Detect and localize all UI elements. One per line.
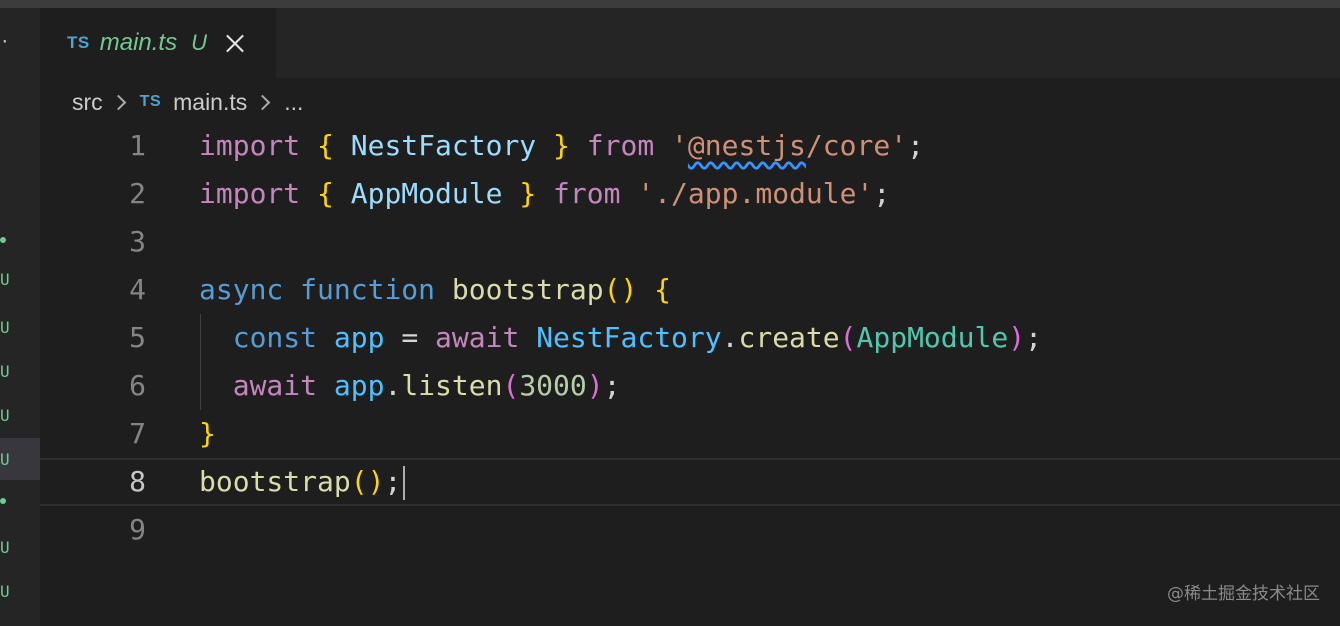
code-text: } — [199, 417, 216, 450]
code-line[interactable]: 4 async function bootstrap() { — [40, 266, 1340, 314]
line-number: 6 — [129, 369, 146, 402]
untracked-mark: U — [0, 362, 10, 381]
line-number: 8 — [129, 465, 146, 498]
text-cursor — [403, 466, 406, 500]
code-line[interactable]: 2 import { AppModule } from './app.modul… — [40, 170, 1340, 218]
untracked-mark: U — [0, 450, 10, 469]
tab-bar: TS main.ts U — [40, 8, 1340, 78]
git-dot-icon — [0, 237, 6, 243]
code-line[interactable]: 3 — [40, 218, 1340, 266]
line-number: 5 — [129, 321, 146, 354]
line-number: 4 — [129, 273, 146, 306]
git-status-badge: U — [191, 30, 207, 55]
watermark: @稀土掘金技术社区 — [1167, 584, 1320, 604]
line-number: 1 — [129, 129, 146, 162]
code-text: import { AppModule } from './app.module'… — [199, 177, 891, 210]
code-line[interactable]: 5 const app = await NestFactory.create(A… — [40, 314, 1340, 362]
line-number: 9 — [129, 513, 146, 546]
code-line[interactable]: 9 — [40, 506, 1340, 554]
code-line[interactable]: 6 await app.listen(3000); — [40, 362, 1340, 410]
breadcrumb-folder[interactable]: src — [72, 89, 103, 116]
untracked-mark: U — [0, 270, 10, 289]
line-number: 2 — [129, 177, 146, 210]
untracked-mark: U — [0, 318, 10, 337]
code-text: const app = await NestFactory.create(App… — [232, 321, 1042, 354]
line-number: 3 — [129, 225, 146, 258]
typescript-icon: TS — [139, 93, 162, 110]
chevron-right-icon — [110, 94, 126, 110]
breadcrumb: src TS main.ts ... — [72, 88, 303, 116]
chevron-right-icon — [254, 94, 271, 110]
code-text: import { NestFactory } from '@nestjs/cor… — [199, 129, 924, 162]
typescript-icon: TS — [67, 33, 90, 52]
breadcrumb-more[interactable]: ... — [284, 89, 303, 116]
code-text: async function bootstrap() { — [199, 273, 672, 306]
breadcrumb-file[interactable]: main.ts — [173, 89, 247, 116]
code-line[interactable]: 1 import { NestFactory } from '@nestjs/c… — [40, 122, 1340, 170]
code-editor[interactable]: 1 import { NestFactory } from '@nestjs/c… — [40, 122, 1340, 626]
code-text: await app.listen(3000); — [232, 369, 621, 402]
explorer-strip: · U U U U U U U — [0, 8, 40, 626]
code-line[interactable]: 7 } — [40, 410, 1340, 458]
untracked-mark: U — [0, 406, 10, 425]
code-text: bootstrap(); — [199, 460, 406, 504]
untracked-mark: U — [0, 538, 10, 557]
tab-filename: main.ts — [99, 29, 178, 56]
close-icon[interactable] — [223, 31, 247, 55]
title-bar — [0, 0, 1340, 8]
untracked-mark: U — [0, 582, 10, 601]
line-number: 7 — [129, 417, 146, 450]
code-line-current[interactable]: 8 bootstrap(); — [40, 458, 1340, 506]
git-dot-icon — [0, 498, 6, 504]
strip-mark: · — [0, 32, 10, 51]
tab-main-ts[interactable]: TS main.ts U — [40, 8, 276, 78]
